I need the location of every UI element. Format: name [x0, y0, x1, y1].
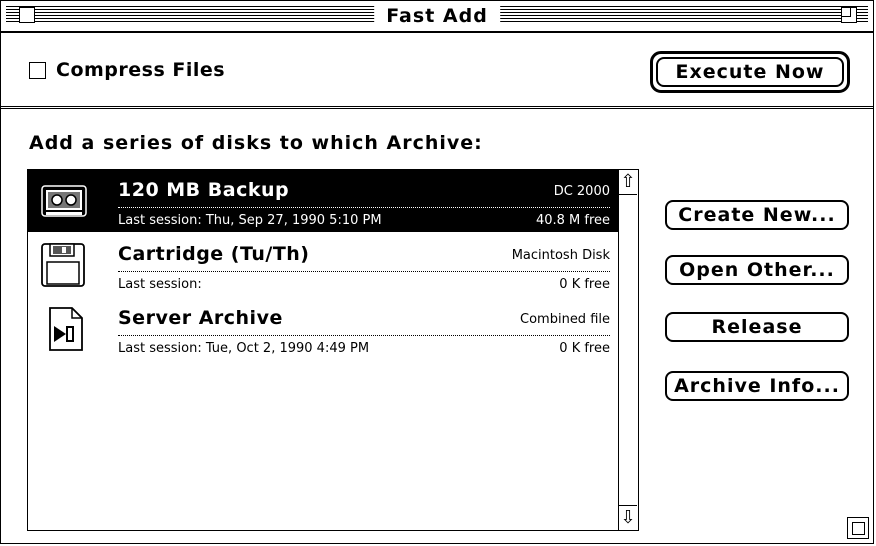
row-separator — [118, 207, 610, 208]
compress-files-label: Compress Files — [56, 59, 226, 81]
fast-add-window: Fast Add Compress Files Execute Now Add … — [0, 0, 874, 544]
archive-row-cartridge[interactable]: Cartridge (Tu/Th) Macintosh Disk Last se… — [28, 234, 618, 296]
archive-type: Macintosh Disk — [511, 248, 610, 263]
archive-row-server-archive[interactable]: Server Archive Combined file Last sessio… — [28, 298, 618, 360]
instruction-text: Add a series of disks to which Archive: — [29, 132, 483, 154]
scroll-down-arrow-icon[interactable]: ⇩ — [619, 505, 637, 530]
row-separator — [118, 271, 610, 272]
archive-file-icon — [49, 307, 83, 351]
tape-drive-icon — [41, 185, 87, 217]
archive-type: Combined file — [520, 312, 610, 327]
section-divider — [1, 106, 873, 109]
grow-box-icon[interactable] — [847, 517, 869, 539]
open-other-button[interactable]: Open Other... — [665, 255, 849, 285]
title-bar[interactable]: Fast Add — [1, 1, 873, 33]
last-session: Last session: Tue, Oct 2, 1990 4:49 PM — [118, 341, 370, 356]
archive-name: Cartridge (Tu/Th) — [118, 243, 310, 265]
scroll-up-arrow-icon[interactable]: ⇧ — [619, 170, 637, 195]
archive-info-button[interactable]: Archive Info... — [665, 371, 849, 401]
floppy-disk-icon — [41, 243, 85, 287]
list-scrollbar[interactable]: ⇧ ⇩ — [618, 170, 638, 530]
archive-type: DC 2000 — [553, 184, 610, 199]
free-space: 0 K free — [559, 277, 610, 292]
window-title: Fast Add — [374, 3, 500, 29]
compress-files-checkbox[interactable] — [29, 61, 46, 79]
close-box[interactable] — [19, 7, 35, 23]
free-space: 40.8 M free — [535, 213, 610, 228]
archive-list[interactable]: 120 MB Backup DC 2000 Last session: Thu,… — [27, 169, 639, 531]
create-new-button[interactable]: Create New... — [665, 200, 849, 230]
last-session: Last session: Thu, Sep 27, 1990 5:10 PM — [118, 213, 382, 228]
compress-files-option[interactable]: Compress Files — [29, 59, 225, 81]
free-space: 0 K free — [559, 341, 610, 356]
archive-name: Server Archive — [118, 307, 283, 329]
last-session: Last session: — [118, 277, 202, 292]
row-separator — [118, 335, 610, 336]
zoom-box[interactable] — [841, 7, 857, 23]
archive-name: 120 MB Backup — [118, 179, 290, 201]
release-button[interactable]: Release — [665, 312, 849, 342]
archive-row-120mb-backup[interactable]: 120 MB Backup DC 2000 Last session: Thu,… — [28, 170, 618, 232]
execute-now-button[interactable]: Execute Now — [656, 57, 844, 87]
